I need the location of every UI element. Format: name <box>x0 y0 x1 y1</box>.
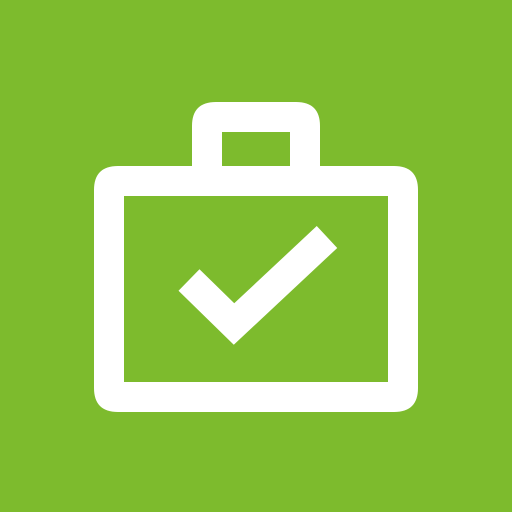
tile-background <box>0 0 512 512</box>
app-icon-tile[interactable] <box>0 0 512 512</box>
briefcase-check-icon <box>0 0 512 512</box>
